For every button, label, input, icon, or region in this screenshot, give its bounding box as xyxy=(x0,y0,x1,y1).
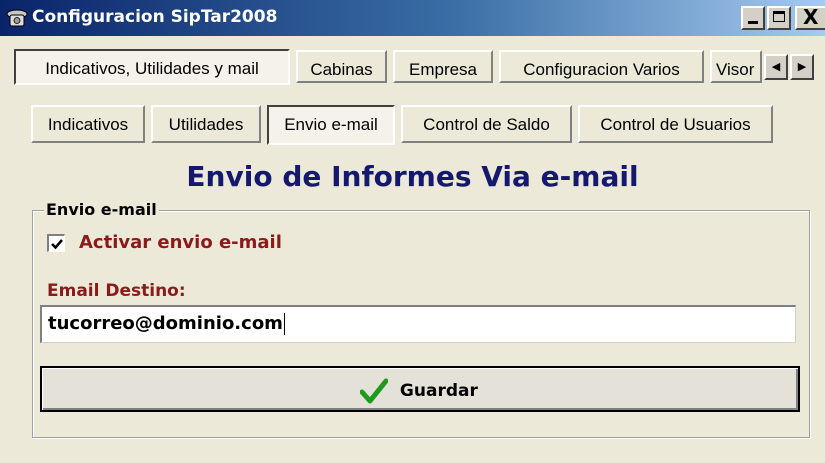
email-destino-label: Email Destino: xyxy=(47,281,186,301)
window-title: Configuracion SipTar2008 xyxy=(32,7,278,27)
tab-empresa[interactable]: Empresa xyxy=(393,50,493,83)
subtab-label: Control de Saldo xyxy=(423,115,550,134)
email-destino-input[interactable]: tucorreo@dominio.com xyxy=(40,305,796,343)
tab-scroll-left-button[interactable]: ◀ xyxy=(764,54,788,80)
subtab-envio-email[interactable]: Envio e-mail xyxy=(267,105,395,145)
subtab-control-de-saldo[interactable]: Control de Saldo xyxy=(401,105,572,143)
tab-scroll-right-button[interactable]: ▶ xyxy=(790,54,814,80)
activar-envio-checkbox[interactable] xyxy=(47,234,65,252)
title-bar[interactable]: Configuracion SipTar2008 X xyxy=(0,0,825,36)
tab-cabinas[interactable]: Cabinas xyxy=(296,50,387,83)
activar-envio-label[interactable]: Activar envio e-mail xyxy=(79,232,282,253)
tab-visor[interactable]: Visor xyxy=(710,50,762,83)
subtab-label: Indicativos xyxy=(47,115,129,134)
left-arrow-icon: ◀ xyxy=(771,60,781,73)
guardar-button-content: Guardar xyxy=(359,378,478,404)
tab-label: Empresa xyxy=(408,60,478,79)
minimize-icon xyxy=(748,21,758,24)
subtab-label: Utilidades xyxy=(168,115,244,134)
subtab-indicativos[interactable]: Indicativos xyxy=(31,105,145,143)
subtab-label: Envio e-mail xyxy=(284,115,378,134)
close-icon: X xyxy=(803,5,819,29)
tab-label: Configuracion Varios xyxy=(523,60,680,79)
tab-label: Cabinas xyxy=(310,60,373,79)
right-arrow-icon: ▶ xyxy=(797,60,807,73)
maximize-button[interactable] xyxy=(767,6,791,30)
checkmark-icon xyxy=(359,378,389,404)
maximize-icon xyxy=(773,11,785,22)
telephone-icon xyxy=(6,9,28,27)
text-caret xyxy=(283,313,285,335)
minimize-button[interactable] xyxy=(741,6,765,30)
checkmark-icon xyxy=(51,239,63,250)
page-heading: Envio de Informes Via e-mail xyxy=(186,160,639,193)
tab-label: Visor xyxy=(716,60,755,79)
close-button[interactable]: X xyxy=(795,5,825,30)
tab-configuracion-varios[interactable]: Configuracion Varios xyxy=(499,50,704,83)
guardar-button-label: Guardar xyxy=(399,381,478,401)
tab-label: Indicativos, Utilidades y mail xyxy=(45,59,259,78)
subtab-label: Control de Usuarios xyxy=(600,115,751,134)
tab-indicativos-utilidades-mail[interactable]: Indicativos, Utilidades y mail xyxy=(14,49,290,85)
guardar-button[interactable]: Guardar xyxy=(40,366,800,412)
groupbox-legend: Envio e-mail xyxy=(44,200,159,219)
config-window: Configuracion SipTar2008 X Indicativos, … xyxy=(0,0,825,463)
email-destino-value: tucorreo@dominio.com xyxy=(48,313,283,334)
subtab-utilidades[interactable]: Utilidades xyxy=(151,105,261,143)
subtab-control-de-usuarios[interactable]: Control de Usuarios xyxy=(578,105,773,143)
